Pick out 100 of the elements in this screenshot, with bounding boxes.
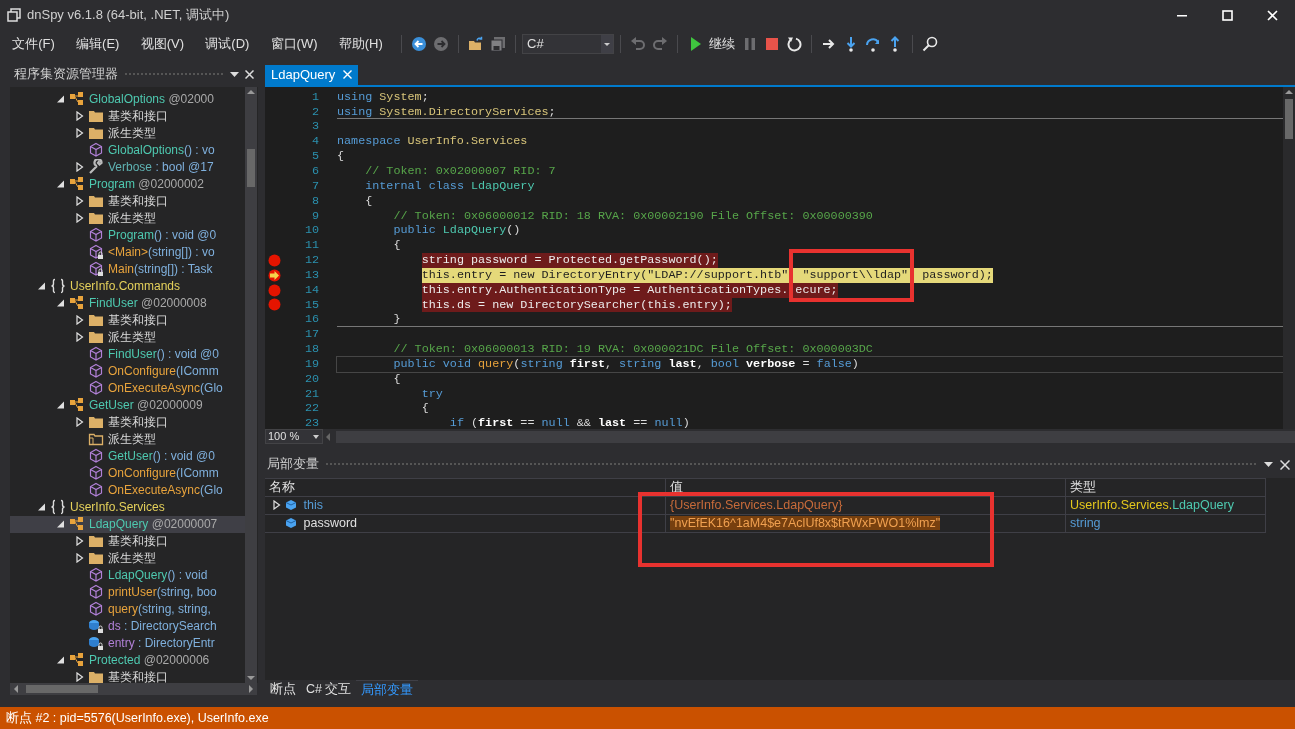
tree-item[interactable]: 基类和接口 [10, 311, 245, 329]
scrollbar-thumb[interactable] [247, 149, 255, 188]
tree-item[interactable]: 基类和接口 [10, 413, 245, 431]
column-header[interactable]: 名称 [265, 477, 666, 497]
language-dropdown[interactable]: C# [522, 34, 615, 54]
breakpoint-icon[interactable] [267, 298, 281, 312]
menu-item[interactable]: 文件(F) [3, 34, 64, 54]
class-icon [69, 516, 85, 532]
collapsed-arrow-icon[interactable] [76, 332, 84, 342]
tree-item[interactable]: Protected @02000006 [10, 651, 245, 669]
tree-item[interactable]: 派生类型 [10, 549, 245, 567]
line-number: 11 [303, 238, 319, 254]
collapsed-arrow-icon[interactable] [76, 553, 84, 563]
breakpoint-icon[interactable] [267, 253, 281, 267]
tree-item[interactable]: UserInfo.Commands [10, 277, 245, 295]
breakpoint-icon[interactable] [267, 283, 281, 297]
expanded-arrow-icon[interactable] [57, 95, 65, 103]
menu-item[interactable]: 窗口(W) [261, 34, 327, 54]
tree-item[interactable]: OnExecuteAsync(Glo [10, 481, 245, 499]
tree-item[interactable]: 派生类型 [10, 209, 245, 227]
tree-item[interactable]: 派生类型 [10, 328, 245, 346]
breakpoint-arrow-icon[interactable] [267, 268, 281, 282]
tree-item[interactable]: 基类和接口 [10, 532, 245, 550]
tree-item[interactable]: UserInfo.Services [10, 498, 245, 516]
maximize-icon[interactable] [1222, 9, 1233, 21]
collapsed-arrow-icon[interactable] [76, 162, 84, 172]
panel-tab[interactable]: 断点 [265, 679, 301, 700]
expanded-arrow-icon[interactable] [38, 503, 46, 511]
tree-item[interactable]: GetUser @02000009 [10, 396, 245, 414]
curved-arrow-icon[interactable] [865, 36, 882, 52]
tree-item[interactable]: FindUser @02000008 [10, 294, 245, 312]
collapsed-arrow-icon[interactable] [76, 672, 84, 682]
column-header[interactable]: 值 [666, 477, 1066, 497]
close-icon[interactable] [1279, 459, 1290, 470]
line-number: 9 [310, 208, 319, 224]
line-number: 16 [303, 312, 319, 328]
collapsed-arrow-icon[interactable] [76, 417, 84, 427]
tree-item[interactable]: 派生类型 [10, 124, 245, 142]
tree-item[interactable]: printUser(string, boo [10, 583, 245, 601]
tree-item[interactable]: entry : DirectoryEntr [10, 634, 245, 652]
variable-value: "nvEfEK16^1aM4$e7AclUf8x$tRWxPWO1%lmz" [670, 515, 941, 530]
collapsed-arrow-icon[interactable] [76, 315, 84, 325]
tree-item[interactable]: Main(string[]) : Task [10, 260, 245, 278]
collapsed-arrow-icon[interactable] [76, 196, 84, 206]
line-number: 7 [310, 178, 319, 194]
code-line: try [421, 386, 443, 402]
tree-item[interactable]: <Main>(string[]) : vo [10, 243, 245, 261]
tree-item[interactable]: GlobalOptions @02000 [10, 90, 245, 108]
expanded-arrow-icon[interactable] [57, 401, 65, 409]
scrollbar-thumb[interactable] [1285, 98, 1293, 139]
code-line: using System; [337, 89, 429, 105]
expanded-arrow-icon[interactable] [57, 180, 65, 188]
tree-item[interactable]: ds : DirectorySearch [10, 617, 245, 635]
menu-item[interactable]: 调试(D) [196, 34, 259, 54]
tree-item[interactable]: query(string, string, [10, 600, 245, 618]
tree-item[interactable]: 基类和接口 [10, 107, 245, 125]
collapsed-arrow-icon[interactable] [76, 111, 84, 121]
panel-tab[interactable]: C# 交互 [301, 679, 357, 700]
menu-item[interactable]: 帮助(H) [329, 34, 392, 54]
tree-item[interactable]: Verbose : bool @17 [10, 158, 245, 176]
search-icon[interactable] [922, 36, 939, 52]
expanded-arrow-icon[interactable] [57, 656, 65, 664]
editor-tab[interactable]: LdapQuery [265, 64, 359, 85]
code-line: public void query(string first, string last, bool verbose = false) [393, 356, 859, 372]
tree-item[interactable]: FindUser() : void @0 [10, 345, 245, 363]
tree-item[interactable]: GlobalOptions() : vo [10, 141, 245, 159]
tree-item[interactable]: LdapQuery() : void [10, 566, 245, 584]
expanded-arrow-icon[interactable] [57, 520, 65, 528]
continue-button[interactable]: 继续 [684, 34, 740, 54]
folder-icon [88, 125, 104, 141]
collapsed-arrow-icon[interactable] [273, 500, 281, 511]
close-icon[interactable] [245, 69, 254, 79]
line-number: 22 [303, 401, 319, 417]
expanded-arrow-icon[interactable] [57, 299, 65, 307]
open-folder-icon[interactable] [468, 36, 485, 52]
variable-icon [285, 499, 297, 512]
scrollbar-thumb[interactable] [26, 685, 98, 694]
dropdown-icon[interactable] [229, 69, 239, 79]
tree-item[interactable]: 基类和接口 [10, 668, 245, 686]
tree-item[interactable]: OnConfigure(IComm [10, 362, 245, 380]
tree-item[interactable]: 基类和接口 [10, 192, 245, 210]
menu-item[interactable]: 编辑(E) [67, 34, 129, 54]
tree-item[interactable]: Program @02000002 [10, 175, 245, 193]
collapsed-arrow-icon[interactable] [76, 213, 84, 223]
dropdown-icon[interactable] [1264, 460, 1274, 469]
restart-icon[interactable] [786, 36, 803, 52]
tree-item[interactable]: 派生类型 [10, 430, 245, 448]
tree-item[interactable]: OnExecuteAsync(Glo [10, 379, 245, 397]
stop-icon[interactable] [764, 36, 781, 52]
tree-item[interactable]: OnConfigure(IComm [10, 464, 245, 482]
expanded-arrow-icon[interactable] [38, 282, 46, 290]
tree-item[interactable]: Program() : void @0 [10, 226, 245, 244]
collapsed-arrow-icon[interactable] [76, 128, 84, 138]
zoom-dropdown[interactable]: 100 % [265, 429, 323, 444]
back-icon[interactable] [411, 36, 428, 52]
tree-item[interactable]: LdapQuery @02000007 [10, 515, 245, 533]
column-header[interactable]: 类型 [1066, 477, 1266, 497]
collapsed-arrow-icon[interactable] [76, 536, 84, 546]
menu-item[interactable]: 视图(V) [131, 34, 194, 54]
tree-item[interactable]: GetUser() : void @0 [10, 447, 245, 465]
